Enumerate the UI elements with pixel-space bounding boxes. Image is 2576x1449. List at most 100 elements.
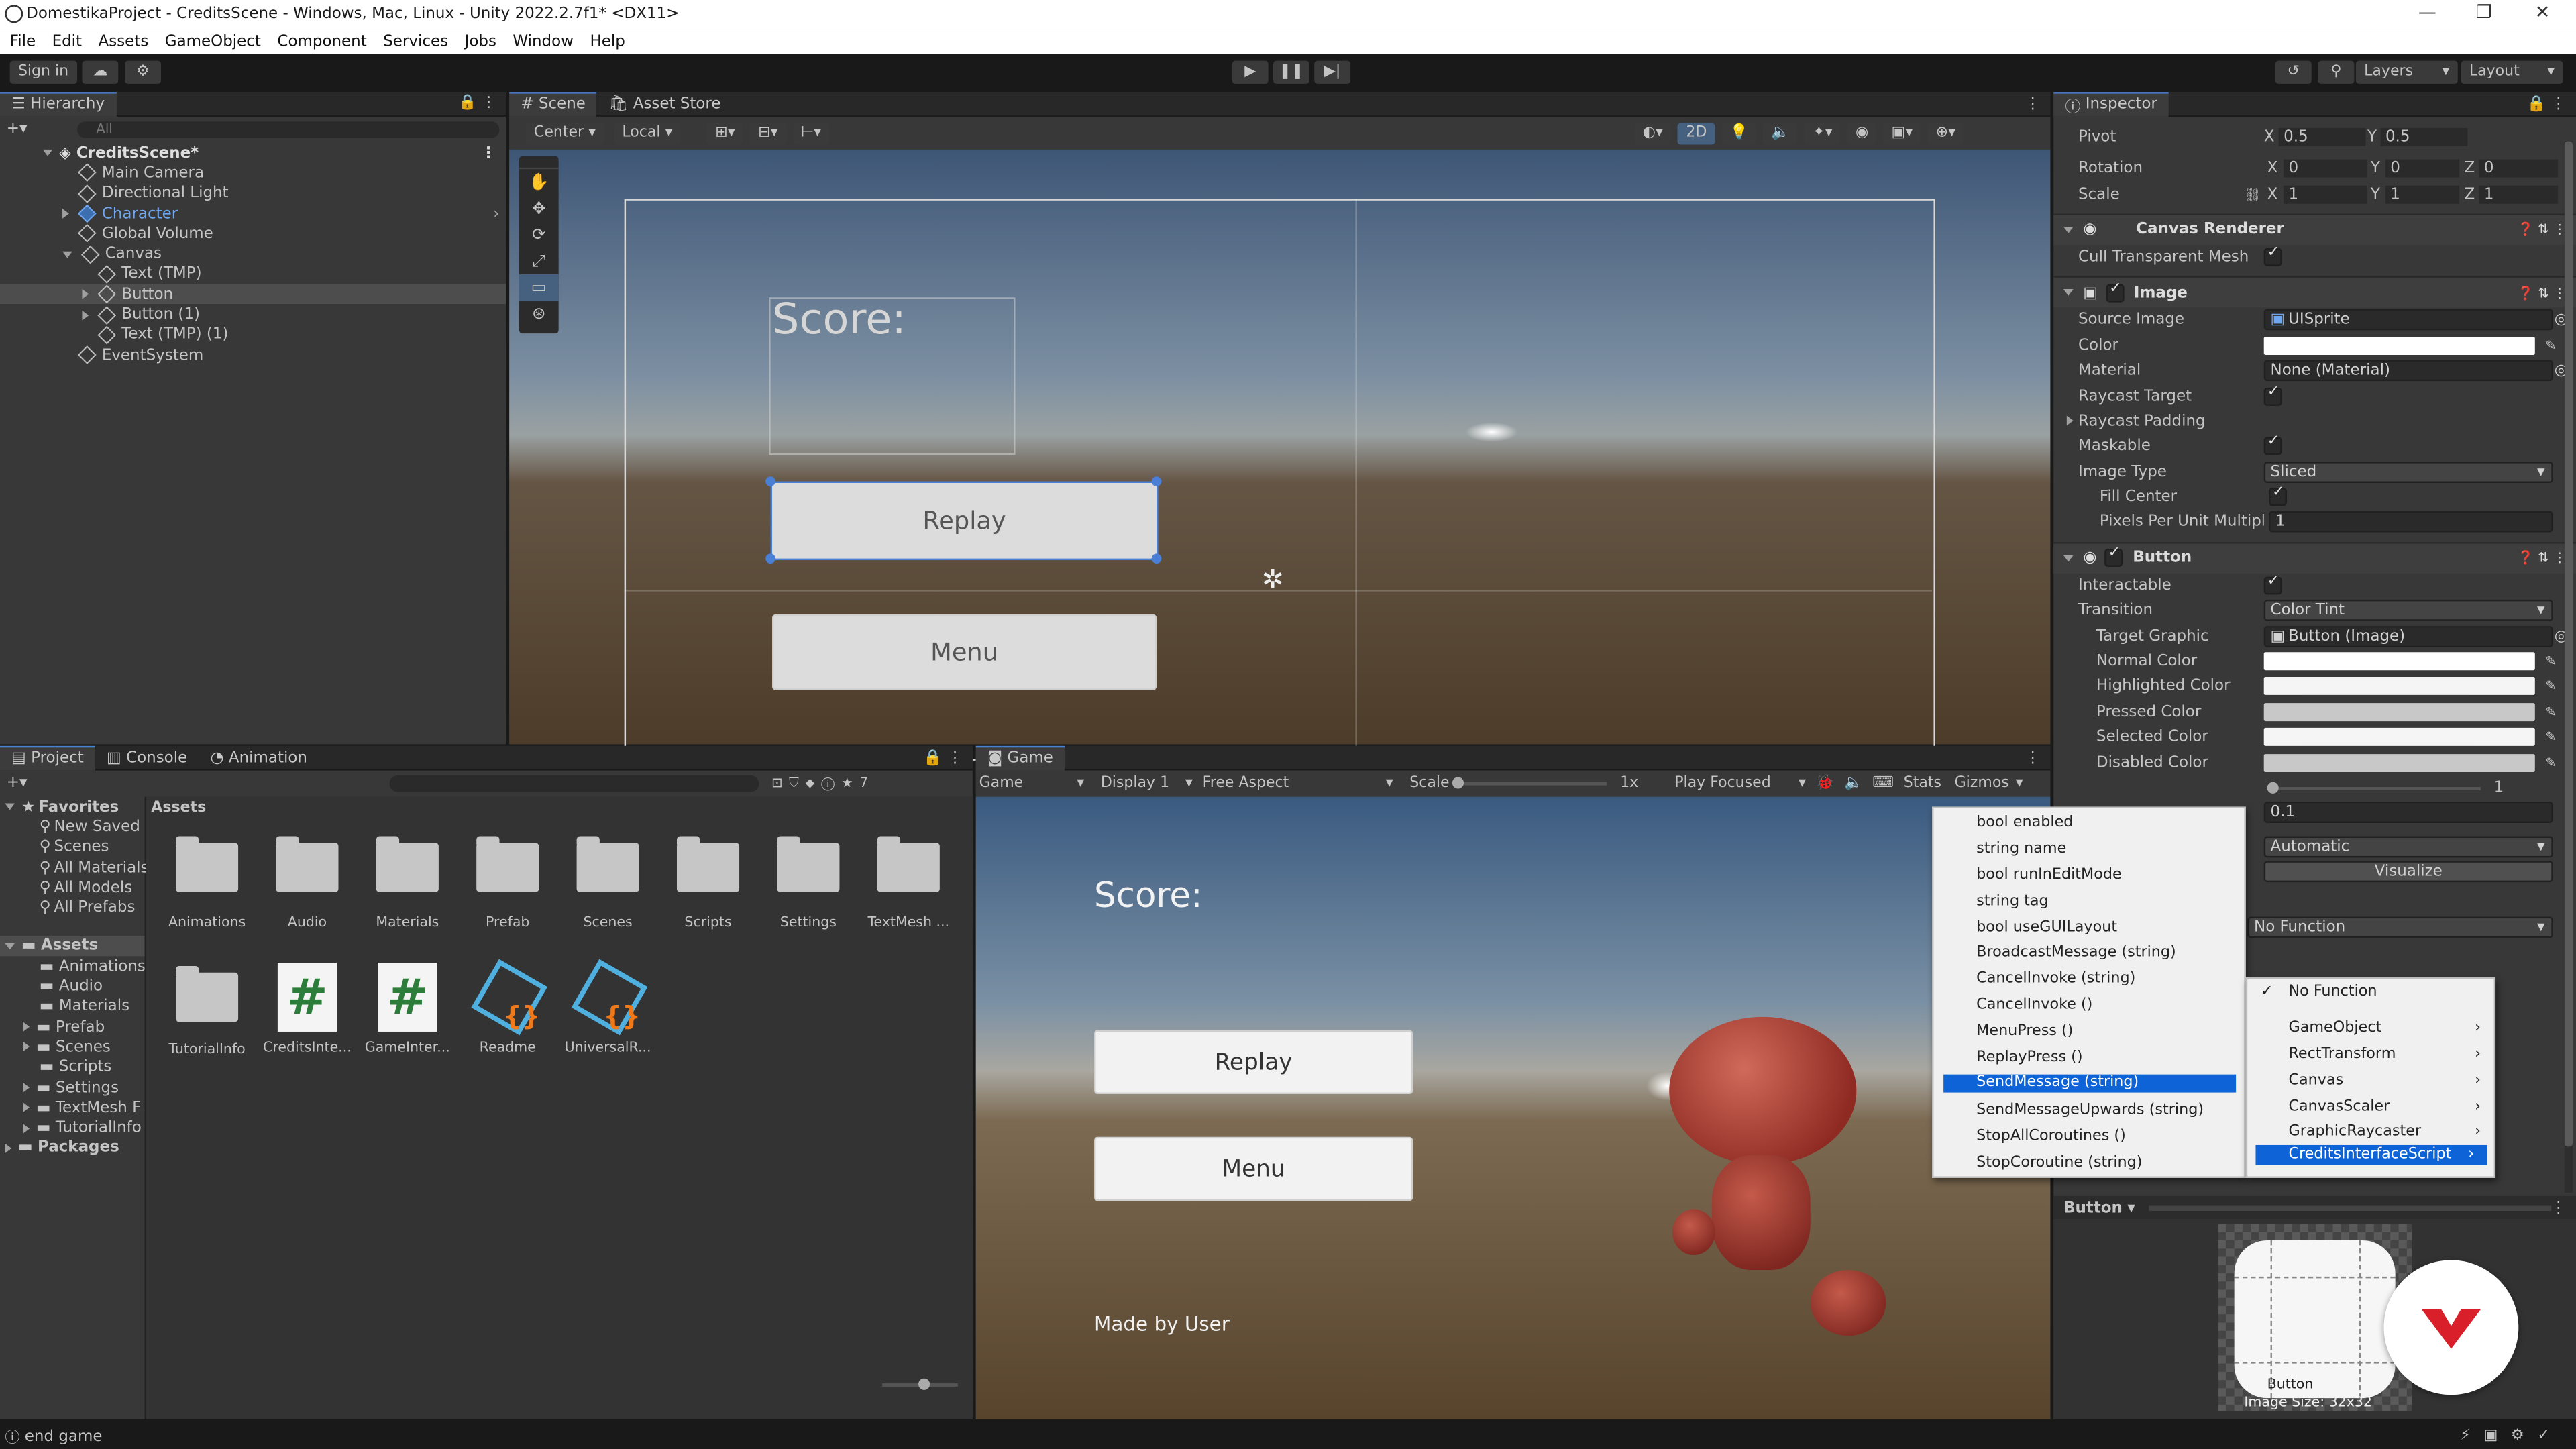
highlighted-color-swatch[interactable] xyxy=(2263,678,2535,696)
fade-duration-field[interactable]: 0.1 xyxy=(2263,802,2553,824)
draw-mode-icon[interactable]: ◐▾ xyxy=(1634,122,1672,144)
favorites-item[interactable]: ⚲ All Models xyxy=(0,877,145,898)
history-icon[interactable]: ↺ xyxy=(2275,60,2312,84)
hierarchy-item-selected[interactable]: Button xyxy=(0,284,506,305)
method-menu-item[interactable]: StopCoroutine (string) xyxy=(1933,1150,2244,1176)
image-type-dropdown[interactable]: Sliced ▾ xyxy=(2263,461,2553,483)
effects-icon[interactable]: ✦▾ xyxy=(1804,122,1841,144)
asset-tile[interactable]: TutorialInfo xyxy=(158,963,256,1057)
rotation-x-field[interactable]: 0 xyxy=(2284,160,2368,178)
layout-dropdown[interactable]: Layout ▾ xyxy=(2461,60,2563,84)
fill-center-checkbox[interactable] xyxy=(2269,485,2288,506)
disabled-color-swatch[interactable] xyxy=(2263,753,2535,772)
cull-checkbox[interactable] xyxy=(2263,245,2282,266)
color-multiplier-slider[interactable] xyxy=(2267,781,2481,793)
tab-console[interactable]: ▥ Console xyxy=(95,746,199,769)
component-menu-item[interactable]: RectTransform › xyxy=(2247,1041,2493,1067)
assets-tree-item[interactable]: ▬ Materials xyxy=(0,997,145,1017)
scale-x-field[interactable]: 1 xyxy=(2284,184,2368,203)
asset-tile[interactable]: TextMesh ... xyxy=(859,836,958,930)
pressed-color-swatch[interactable] xyxy=(2263,702,2535,721)
keyboard-icon[interactable]: ⌨ xyxy=(1872,775,1894,792)
source-image-field[interactable]: ▣ UISprite ◎ xyxy=(2263,309,2568,331)
assets-root[interactable]: ▬ Assets xyxy=(0,936,145,957)
inspector-scrollbar[interactable] xyxy=(2564,141,2573,1193)
inspector-menu-icon[interactable]: 🔒 ⋮ xyxy=(2526,95,2566,113)
rect-handle[interactable] xyxy=(1151,553,1162,564)
step-icon[interactable]: ▶| xyxy=(1314,60,1351,84)
camera-icon[interactable]: ▣▾ xyxy=(1883,122,1921,144)
hierarchy-item[interactable]: Button (1) xyxy=(0,305,506,325)
scale-tool-icon[interactable]: ⤢ xyxy=(519,248,559,274)
visualize-button[interactable]: Visualize xyxy=(2263,861,2553,883)
sign-in-button[interactable]: Sign in xyxy=(9,60,77,84)
assets-tree-item[interactable]: ▬ Settings xyxy=(0,1077,145,1097)
button-enabled-checkbox[interactable] xyxy=(2104,546,2123,568)
function-dropdown[interactable]: No Function ▾ xyxy=(2247,916,2553,938)
button-component-header[interactable]: ◉ Button ❓ ⇅ ⋮ xyxy=(2053,541,2576,573)
scale-y-field[interactable]: 1 xyxy=(2385,184,2460,203)
menu-file[interactable]: File xyxy=(10,33,36,51)
project-search-input[interactable] xyxy=(388,774,759,792)
close-icon[interactable]: ✕ xyxy=(2535,1,2551,23)
method-menu-item[interactable]: SendMessageUpwards (string) xyxy=(1933,1097,2244,1124)
scene-menu-button[interactable]: Menu xyxy=(772,614,1157,690)
menu-edit[interactable]: Edit xyxy=(52,33,82,51)
maskable-checkbox[interactable] xyxy=(2263,434,2282,456)
assets-tree-item[interactable]: ▬ TextMesh F xyxy=(0,1097,145,1118)
tab-inspector[interactable]: ⓘ Inspector xyxy=(2053,91,2169,116)
method-menu-item[interactable]: bool useGUILayout xyxy=(1933,914,2244,941)
preview-resize-bar[interactable] xyxy=(2148,1205,2551,1210)
play-icon[interactable]: ▶ xyxy=(1232,60,1269,84)
transition-dropdown[interactable]: Color Tint ▾ xyxy=(2263,600,2553,622)
method-menu-item[interactable]: SendMessage (string) xyxy=(1943,1074,2237,1093)
preview-menu-icon[interactable]: ⋮ xyxy=(2551,1199,2566,1217)
game-menu-icon[interactable]: ⋮ xyxy=(2025,749,2041,767)
aspect-dropdown[interactable]: Free Aspect ▾ xyxy=(1203,775,1393,792)
stats-button[interactable]: Stats xyxy=(1904,775,1941,792)
selected-color-swatch[interactable] xyxy=(2263,728,2535,747)
visibility-icon[interactable]: ◉ xyxy=(1847,122,1877,144)
rotate-tool-icon[interactable]: ⟳ xyxy=(519,222,559,248)
hierarchy-item[interactable]: Global Volume xyxy=(0,224,506,244)
rect-handle[interactable] xyxy=(765,476,775,486)
asset-tile[interactable]: # CreditsInte... xyxy=(258,963,356,1057)
navigation-dropdown[interactable]: Automatic ▾ xyxy=(2263,836,2553,857)
material-field[interactable]: None (Material) ◎ xyxy=(2263,360,2568,382)
tab-project[interactable]: ▤ Project xyxy=(0,745,95,770)
raycast-padding-row[interactable]: Raycast Padding xyxy=(2053,409,2576,434)
mode-2d-button[interactable]: 2D xyxy=(1678,122,1715,144)
rect-handle[interactable] xyxy=(1151,476,1162,486)
method-menu-item[interactable]: bool enabled xyxy=(1933,810,2244,836)
asset-tile[interactable]: Scenes xyxy=(559,836,657,930)
audio-icon[interactable]: 🔈 xyxy=(1763,122,1799,144)
search-icon[interactable]: ⚲ xyxy=(2318,60,2355,84)
project-breadcrumb[interactable]: Assets xyxy=(146,797,973,820)
hierarchy-item[interactable]: Directional Light xyxy=(0,183,506,203)
maximize-icon[interactable]: ❐ xyxy=(2476,1,2492,23)
game-viewport[interactable]: Score: Replay Menu Made by User xyxy=(975,796,2051,1419)
menu-help[interactable]: Help xyxy=(590,33,625,51)
hierarchy-item[interactable]: Canvas xyxy=(0,244,506,264)
method-menu-item[interactable]: ReplayPress () xyxy=(1933,1045,2244,1071)
component-menu-item[interactable]: GameObject › xyxy=(2247,1015,2493,1041)
menu-jobs[interactable]: Jobs xyxy=(465,33,496,51)
icon-size-slider-thumb[interactable] xyxy=(918,1378,930,1390)
asset-tile[interactable]: {} UniversalR... xyxy=(559,959,657,1057)
asset-tile[interactable]: Audio xyxy=(258,836,356,930)
assets-tree-item[interactable]: ▬ Animations xyxy=(0,957,146,977)
method-menu-item[interactable]: StopAllCoroutines () xyxy=(1933,1124,2244,1150)
collab-icon[interactable]: ⚙ xyxy=(125,60,162,84)
assets-tree-item[interactable]: ▬ Scenes xyxy=(0,1037,145,1057)
minimize-icon[interactable]: — xyxy=(2418,1,2436,23)
scene-menu-icon[interactable]: ⋮ xyxy=(2025,95,2041,113)
menu-component[interactable]: Component xyxy=(277,33,366,51)
method-menu-item[interactable]: MenuPress () xyxy=(1933,1019,2244,1045)
component-menu-item[interactable]: Canvas › xyxy=(2247,1067,2493,1093)
hierarchy-item[interactable]: ◈ CreditsScene* ⋮ xyxy=(0,143,506,163)
menu-assets[interactable]: Assets xyxy=(99,33,149,51)
favorites-item[interactable]: ⚲ Scenes xyxy=(0,837,145,857)
menu-gameobject[interactable]: GameObject xyxy=(165,33,261,51)
menu-window[interactable]: Window xyxy=(513,33,574,51)
method-menu-item[interactable]: string name xyxy=(1933,836,2244,862)
